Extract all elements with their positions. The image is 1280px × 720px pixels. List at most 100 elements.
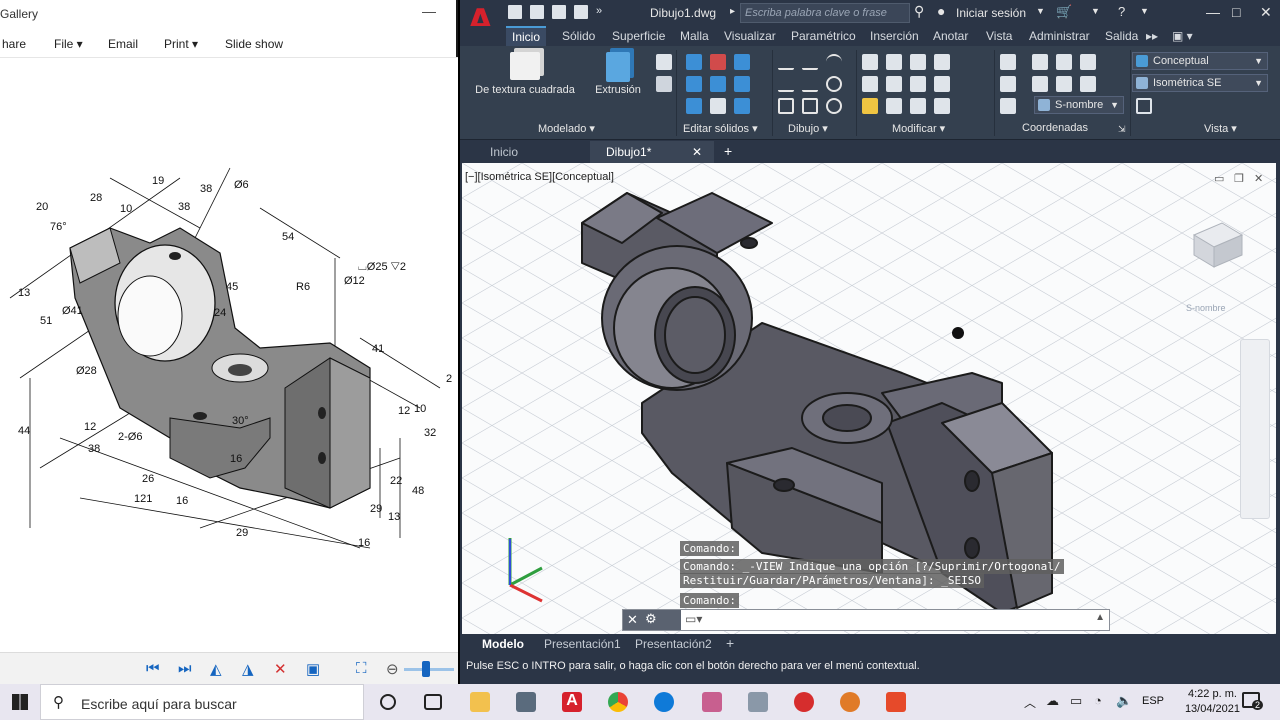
previous-icon[interactable]: ⏮ [146, 660, 160, 677]
tab-inicio[interactable]: Inicio [506, 26, 547, 46]
ucs-icon[interactable] [1000, 54, 1016, 70]
ucs-dropdown[interactable]: S-nombre ▼ [1034, 96, 1124, 114]
ucs-x-icon[interactable] [1032, 76, 1048, 92]
taskbar-search[interactable]: ⚲ Escribe aquí para buscar [40, 684, 364, 720]
thicken-icon[interactable] [710, 98, 726, 114]
help-icon[interactable]: ? [1118, 4, 1125, 19]
move-icon[interactable] [910, 54, 926, 70]
panel-modelado[interactable]: Modelado ▾ [538, 122, 595, 135]
grid-array-icon[interactable] [934, 98, 950, 114]
ucs-z-icon[interactable] [1080, 76, 1096, 92]
photos-icon[interactable] [748, 692, 768, 712]
array-icon[interactable] [886, 54, 902, 70]
customize-icon[interactable]: ⚙ [645, 611, 657, 627]
sweep-icon[interactable] [656, 76, 672, 92]
file-tab-dibujo1[interactable]: Dibujo1* [606, 145, 651, 159]
layout-tab-modelo[interactable]: Modelo [482, 637, 524, 651]
line-icon[interactable] [778, 54, 794, 70]
zoom-out-icon[interactable]: ⊖ [386, 660, 399, 678]
tab-malla[interactable]: Malla [680, 29, 709, 43]
mirror-icon[interactable] [862, 54, 878, 70]
open-file-icon[interactable] [530, 5, 544, 19]
save-as-icon[interactable] [574, 5, 588, 19]
menu-share[interactable]: hare [2, 37, 26, 51]
extrude-button-label[interactable]: Extrusión [588, 84, 648, 96]
command-history-toggle-icon[interactable]: ▲ [1095, 612, 1105, 623]
viewcube-ucs-label[interactable]: S-nombre [1186, 303, 1226, 313]
viewport-config-icon[interactable] [1136, 98, 1152, 114]
search-arrow-icon[interactable]: ▸ [730, 6, 735, 17]
tab-visualizar[interactable]: Visualizar [724, 29, 776, 43]
rotate-right-icon[interactable]: ◮ [242, 660, 254, 678]
close-window-icon[interactable]: ✕ [1260, 4, 1272, 21]
panel-coordenadas[interactable]: Coordenadas [1022, 122, 1088, 134]
show-hidden-icons-icon[interactable]: ︿ [1024, 694, 1036, 711]
tab-options-icon[interactable]: ▣ ▾ [1172, 29, 1193, 43]
rotate-left-icon[interactable]: ◭ [210, 660, 222, 678]
ucs-view-icon[interactable] [1000, 98, 1016, 114]
viewport-restore-icon[interactable]: ❐ [1234, 172, 1244, 185]
brave-icon[interactable] [840, 692, 860, 712]
panel-modificar[interactable]: Modificar ▾ [892, 122, 945, 135]
visual-style-dropdown[interactable]: Conceptual ▼ [1132, 52, 1268, 70]
cortana-icon[interactable] [380, 694, 396, 710]
polyline-icon[interactable] [802, 54, 818, 70]
shell-icon[interactable] [734, 98, 750, 114]
command-prompt-icon[interactable]: ▭▾ [685, 612, 702, 626]
search-icon[interactable]: ⚲ [914, 3, 924, 20]
offset-icon[interactable] [910, 98, 926, 114]
polygon-icon[interactable] [778, 98, 794, 114]
command-line[interactable]: ✕ ⚙ ▭▾ ▲ [622, 609, 1110, 631]
calculator-icon[interactable] [516, 692, 536, 712]
layout-tab-presentacion2[interactable]: Presentación2 [635, 637, 712, 651]
login-dropdown-icon[interactable]: ▼ [1036, 6, 1045, 16]
menu-slide-show[interactable]: Slide show [225, 37, 283, 51]
menu-print[interactable]: Print ▾ [164, 37, 198, 51]
chrome-icon[interactable] [608, 692, 628, 712]
menu-email[interactable]: Email [108, 37, 138, 51]
extrude-icon[interactable] [606, 52, 630, 82]
arc-icon[interactable] [826, 54, 842, 70]
minimize-window-icon[interactable]: — [1206, 4, 1220, 20]
onedrive-icon[interactable]: ☁ [1046, 693, 1059, 709]
layout-tab-presentacion1[interactable]: Presentación1 [544, 637, 621, 651]
media-player-icon[interactable] [794, 692, 814, 712]
more-tools-icon[interactable]: » [596, 5, 606, 19]
tab-superficie[interactable]: Superficie [612, 29, 665, 43]
next-icon[interactable]: ⏭ [178, 660, 192, 677]
fillet-icon[interactable] [934, 76, 950, 92]
task-view-icon[interactable] [424, 694, 442, 710]
snipping-tool-icon[interactable] [702, 692, 722, 712]
rotate3d-icon[interactable] [886, 76, 902, 92]
spline-icon[interactable] [778, 76, 794, 92]
file-tab-start[interactable]: Inicio [490, 145, 518, 159]
tab-parametrico[interactable]: Paramétrico [791, 29, 856, 43]
panel-editar-solidos[interactable]: Editar sólidos ▾ [683, 122, 758, 135]
rotate-icon[interactable] [910, 76, 926, 92]
viewport-close-icon[interactable]: ✕ [1254, 172, 1263, 185]
slideshow-icon[interactable]: ▣ [306, 660, 320, 678]
copy-icon[interactable] [934, 54, 950, 70]
panel-launcher-icon[interactable]: ⇲ [1118, 124, 1126, 135]
chamfer-edge-icon[interactable] [710, 76, 726, 92]
align-icon[interactable] [862, 76, 878, 92]
zoom-slider-thumb[interactable] [422, 661, 430, 677]
edge-icon[interactable] [654, 692, 674, 712]
user-icon[interactable]: ● [937, 3, 945, 19]
intersect-icon[interactable] [734, 54, 750, 70]
scale-icon[interactable] [886, 98, 902, 114]
box-button-label[interactable]: De textura cuadrada [474, 84, 576, 96]
cart-icon[interactable]: 🛒 [1056, 4, 1072, 20]
menu-file[interactable]: File ▾ [54, 37, 83, 51]
navigation-bar[interactable] [1240, 339, 1270, 519]
login-button[interactable]: Iniciar sesión [956, 6, 1026, 20]
save-icon[interactable] [552, 5, 566, 19]
search-input[interactable]: Escriba palabra clave o frase [740, 3, 910, 23]
viewport-controls-label[interactable]: [−][Isométrica SE][Conceptual] [465, 171, 614, 183]
new-file-icon[interactable] [508, 5, 522, 19]
circle-icon[interactable] [826, 76, 842, 92]
box-solid-icon[interactable] [510, 52, 540, 80]
maximize-window-icon[interactable]: □ [1232, 4, 1240, 20]
network-icon[interactable]: ◔ [1094, 693, 1102, 708]
more-tabs-icon[interactable]: ▸▸ [1146, 29, 1158, 43]
